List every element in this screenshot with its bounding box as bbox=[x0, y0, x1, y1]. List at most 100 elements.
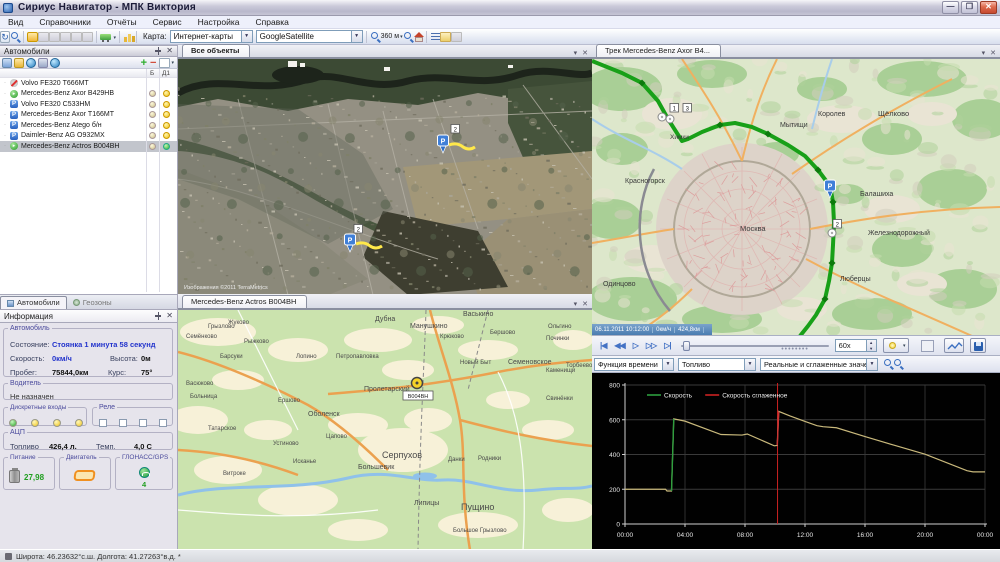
vehicle-row[interactable]: ·PVolvo FE320 С533НМ bbox=[0, 99, 177, 110]
chart-button[interactable] bbox=[944, 338, 964, 353]
info-pin-icon[interactable] bbox=[155, 312, 162, 320]
values-mode-combo[interactable]: Реальные и сглаженные значени▼ bbox=[760, 358, 878, 371]
map-source-combo[interactable]: Интернет-карты▼ bbox=[170, 30, 253, 43]
engine-icon bbox=[72, 468, 98, 483]
playback-rewind-button[interactable]: ◀◀ bbox=[614, 341, 624, 350]
save-button[interactable] bbox=[970, 338, 986, 353]
grid-icon[interactable] bbox=[38, 32, 49, 42]
playback-end-button[interactable]: ▷| bbox=[664, 341, 670, 350]
globe-icon[interactable] bbox=[26, 58, 36, 68]
report-icon[interactable] bbox=[440, 32, 451, 42]
tab-actros[interactable]: Mercedes-Benz Actros В004ВН bbox=[182, 295, 307, 308]
menu-Настройка[interactable]: Настройка bbox=[190, 17, 248, 27]
vehicle-row[interactable]: ·PMercedes-Benz Axor Т166МТ bbox=[0, 110, 177, 121]
edit-icon[interactable] bbox=[27, 32, 38, 42]
column-b[interactable]: Б bbox=[150, 70, 154, 77]
map-label: Большевик bbox=[358, 464, 395, 471]
vehicle-row[interactable]: ·▸Mercedes-Benz Actros В004ВН bbox=[0, 141, 177, 152]
relay-checkbox[interactable] bbox=[99, 419, 107, 427]
minimize-button[interactable]: — bbox=[942, 1, 959, 14]
close-panel-icon[interactable]: ✕ bbox=[166, 47, 173, 55]
remove-vehicle-icon[interactable]: − bbox=[150, 58, 156, 68]
zoom-in-icon[interactable] bbox=[370, 31, 380, 43]
chart-zoom-out-icon[interactable] bbox=[893, 358, 903, 370]
unlink-icon[interactable] bbox=[82, 32, 93, 42]
window-title: Сириус Навигатор - МПК Виктория bbox=[18, 2, 196, 13]
map-layer-combo[interactable]: GoogleSatellite▼ bbox=[256, 30, 363, 43]
tab-close-icon[interactable]: ✕ bbox=[582, 49, 588, 57]
undo-icon[interactable] bbox=[49, 32, 60, 42]
camera-icon[interactable] bbox=[38, 58, 48, 68]
search-icon[interactable] bbox=[10, 31, 20, 43]
select-icon[interactable] bbox=[451, 32, 462, 42]
menu-Вид[interactable]: Вид bbox=[0, 17, 31, 27]
discrete-input-led bbox=[53, 419, 61, 427]
fuel-chart[interactable]: 00:0004:0008:0012:0016:0020:0000:0002004… bbox=[592, 373, 1000, 549]
playback-start-button[interactable]: |◀ bbox=[600, 341, 606, 350]
tab-close-icon[interactable]: ✕ bbox=[582, 300, 588, 308]
tab-close-icon[interactable]: ✕ bbox=[990, 49, 996, 57]
select-mode-button[interactable] bbox=[921, 340, 934, 352]
playback-play-button[interactable]: ▷ bbox=[633, 341, 638, 350]
track-map[interactable]: МытищиКоролевЩёлковоБалашихаЖелезнодорож… bbox=[592, 58, 1000, 335]
vehicle-row[interactable]: ·Volvo FE320 Т666МТ bbox=[0, 78, 177, 89]
relay-checkbox[interactable] bbox=[159, 419, 167, 427]
maximize-button[interactable]: ❐ bbox=[961, 1, 978, 14]
tab-all-objects[interactable]: Все объекты bbox=[182, 44, 250, 57]
paint-icon[interactable] bbox=[14, 58, 24, 68]
refresh-icon[interactable]: ↻ bbox=[0, 31, 10, 43]
tab-dropdown-icon[interactable]: ▾ bbox=[982, 49, 986, 57]
discrete-input-led bbox=[9, 419, 17, 427]
vehicle-row[interactable]: ·PMercedes-Benz Atego б/н bbox=[0, 120, 177, 131]
vehicle-row[interactable]: ·▸Mercedes-Benz Axor В429НВ bbox=[0, 89, 177, 100]
tab-vehicles[interactable]: Автомобили bbox=[0, 296, 67, 309]
lamp-button[interactable]: ▾ bbox=[883, 338, 909, 353]
playback-forward-button[interactable]: ▷▷ bbox=[646, 341, 656, 350]
close-button[interactable]: ✕ bbox=[980, 1, 997, 14]
actros-map[interactable]: ЖуковоРыжковоДубнаМанушкиноВаськиноКрюко… bbox=[178, 309, 592, 549]
map-label: Большое Грызлово bbox=[453, 528, 507, 534]
map-label: Бершово bbox=[490, 330, 516, 336]
discrete-input-led bbox=[31, 419, 39, 427]
sort-icon[interactable] bbox=[2, 58, 12, 68]
chart-icon[interactable] bbox=[123, 31, 133, 43]
menu-Справка[interactable]: Справка bbox=[248, 17, 297, 27]
pin-icon[interactable] bbox=[155, 47, 162, 55]
tab-dropdown-icon[interactable]: ▾ bbox=[574, 300, 578, 308]
map-label: Балашиха bbox=[860, 191, 893, 198]
zoom-out-icon[interactable] bbox=[403, 31, 413, 43]
filter-box-icon[interactable] bbox=[159, 58, 170, 68]
gps-group: ГЛОНАСС/GPS 4 bbox=[115, 454, 173, 490]
stop-icon[interactable] bbox=[60, 32, 71, 42]
tab-track[interactable]: Трек Mercedes-Benz Axor В4... bbox=[596, 44, 721, 57]
driver-value: Не назначен bbox=[10, 392, 54, 401]
menu-Отчёты[interactable]: Отчёты bbox=[99, 17, 145, 27]
relay-checkbox[interactable] bbox=[119, 419, 127, 427]
add-vehicle-icon[interactable]: + bbox=[141, 58, 147, 68]
menu-Справочники[interactable]: Справочники bbox=[31, 17, 99, 27]
parameter-combo[interactable]: Топливо▼ bbox=[678, 358, 756, 371]
globe2-icon[interactable] bbox=[50, 58, 60, 68]
splitter-handle[interactable]: •••••••• bbox=[770, 348, 820, 352]
tab-geozones[interactable]: Геозоны bbox=[67, 296, 118, 309]
info-close-icon[interactable]: ✕ bbox=[166, 312, 173, 320]
truck-icon[interactable]: ▾ bbox=[100, 31, 116, 43]
chart-zoom-in-icon[interactable] bbox=[883, 358, 893, 370]
playback-speed-input[interactable]: 60x▲▼ bbox=[835, 339, 877, 352]
menu-Сервис[interactable]: Сервис bbox=[145, 17, 190, 27]
tab-dropdown-icon[interactable]: ▾ bbox=[574, 49, 578, 57]
zoom-level[interactable]: 360 м bbox=[381, 33, 399, 40]
map-label: Данки bbox=[448, 457, 465, 463]
playback-slider-thumb[interactable] bbox=[683, 341, 690, 351]
relay-checkbox[interactable] bbox=[139, 419, 147, 427]
vehicle-row[interactable]: ·PDaimler-Benz AG О932МХ bbox=[0, 131, 177, 142]
list-icon[interactable] bbox=[430, 31, 440, 43]
column-d1[interactable]: Д1 bbox=[162, 70, 170, 77]
filter-dropdown-icon[interactable]: ▾ bbox=[171, 60, 174, 66]
map-label: Рыжково bbox=[244, 339, 269, 345]
temp-value: 4,0 С bbox=[134, 442, 152, 451]
satellite-map[interactable]: PP22 Изображения ©2011 TerraMetrics bbox=[178, 58, 592, 294]
link-icon[interactable] bbox=[71, 32, 82, 42]
function-combo[interactable]: Функция времени▼ bbox=[594, 358, 674, 371]
home-icon[interactable] bbox=[413, 31, 423, 43]
